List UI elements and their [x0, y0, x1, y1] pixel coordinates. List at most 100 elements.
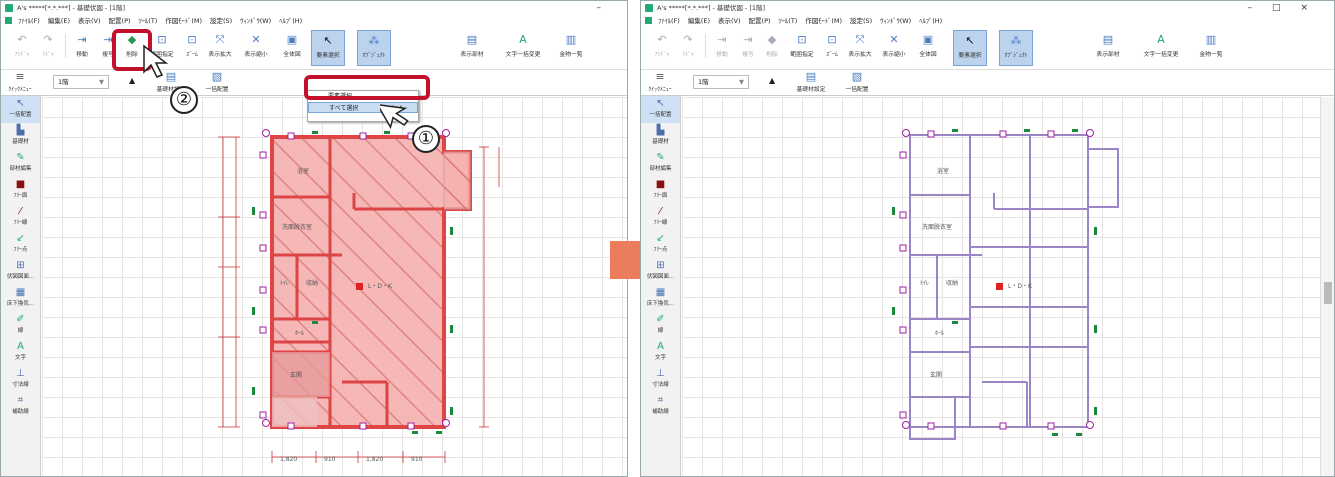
sidebar-item-ventilation[interactable]: ▦ 床下換気... [641, 285, 680, 312]
selected-foundation[interactable] [270, 135, 472, 429]
zoom-button[interactable]: ⊡ ｽﾞｰﾑ [817, 30, 847, 66]
sidebar-item-line[interactable]: ✐ 線 [1, 312, 40, 339]
menu-place[interactable]: 配置(P) [109, 17, 131, 25]
zoom-out-button[interactable]: ✕ 表示縮小 [879, 30, 909, 66]
sidebar-item-text[interactable]: A 文字 [1, 339, 40, 366]
chevron-down-icon: ▼ [99, 78, 104, 86]
range-button[interactable]: ⊡ 範囲指定 [787, 30, 817, 66]
zoom-button[interactable]: ⊡ ｽﾞｰﾑ [177, 30, 207, 66]
point-icon: ↙ [16, 233, 25, 244]
foundation-setting-button[interactable]: ▤ 基礎材設定 [791, 70, 831, 94]
display-parts-button[interactable]: ▤ 表示部材 [1089, 30, 1127, 66]
room-label: 浴室 [937, 167, 949, 175]
drawing-canvas[interactable]: 1,820 910 1,820 910 浴室 洗面脱衣室 ﾄｲﾚ 収納 ﾎｰﾙ … [42, 97, 627, 476]
zoom-out-button[interactable]: ✕ 表示縮小 [241, 30, 271, 66]
up-arrow-icon[interactable]: ▲ [769, 76, 775, 85]
sidebar-item-text[interactable]: A 文字 [641, 339, 680, 366]
fit-all-button[interactable]: ▣ 全体図 [277, 30, 307, 66]
vent-icon: ▦ [655, 287, 666, 298]
floor-plan-selected: 1,820 910 1,820 910 浴室 洗面脱衣室 ﾄｲﾚ 収納 ﾎｰﾙ … [218, 129, 500, 463]
object-snap-button[interactable]: ⁂ ｵﾌﾞｼﾞｪｸﾄ [357, 30, 391, 66]
menu-window[interactable]: ｳｨﾝﾄﾞｳ(W) [880, 17, 911, 25]
square-icon: ■ [15, 179, 26, 190]
batch-place-button[interactable]: ▧ 一括配置 [837, 70, 877, 94]
hardware-icon: ▥ [1205, 33, 1217, 46]
element-select-button[interactable]: ↖ 要素選択 [311, 30, 345, 66]
batch-place-button[interactable]: ▧ 一括配置 [197, 70, 237, 94]
sidebar-item-guide[interactable]: ⌗ 補助線 [641, 393, 680, 420]
menu-view[interactable]: 表示(V) [718, 17, 741, 25]
menu-view[interactable]: 表示(V) [78, 17, 101, 25]
menu-drawmode[interactable]: 作図ﾓｰﾄﾞ(M) [165, 17, 202, 25]
room-label: 玄関 [930, 371, 942, 379]
text-change-button[interactable]: A 文字一括変更 [1139, 30, 1183, 66]
sidebar-item-free-point[interactable]: ↙ ﾌﾘｰ点 [641, 231, 680, 258]
object-snap-button[interactable]: ⁂ ｵﾌﾞｼﾞｪｸﾄ [999, 30, 1033, 66]
sidebar-item-part-edit[interactable]: ✎ 部材編集 [641, 150, 680, 177]
minimize-button[interactable]: – [597, 1, 622, 15]
drawing-canvas[interactable]: 浴室 洗面脱衣室 ﾄｲﾚ 収納 ﾎｰﾙ 玄関 L・D・K [682, 97, 1320, 476]
text-change-button[interactable]: A 文字一括変更 [501, 30, 545, 66]
sidebar-item-free-point[interactable]: ↙ ﾌﾘｰ点 [1, 231, 40, 258]
hardware-list-button[interactable]: ▥ 金物一覧 [553, 30, 589, 66]
sidebar-item-dimension[interactable]: ⊥ 寸法線 [1, 366, 40, 393]
sidebar-item-free-line[interactable]: ⁄ ﾌﾘｰ線 [641, 204, 680, 231]
menu-place[interactable]: 配置(P) [749, 17, 771, 25]
floor-select[interactable]: 1階 ▼ [693, 75, 749, 89]
quick-menu-button[interactable]: ≡ ｸｲｯｸﾒﾆｭｰ [645, 70, 675, 94]
sidebar-item-foundation[interactable]: ▙ 基礎材 [1, 123, 40, 150]
sidebar-item-free-face[interactable]: ■ ﾌﾘｰ面 [641, 177, 680, 204]
element-select-button[interactable]: ↖ 要素選択 [953, 30, 987, 66]
menu-help[interactable]: ﾍﾙﾌﾟ(H) [279, 17, 302, 25]
redo-button[interactable]: ↷ ﾘﾄﾞｩ [673, 30, 703, 66]
floor-select[interactable]: 1階 ▼ [53, 75, 109, 89]
sidebar-item-part-edit[interactable]: ✎ 部材編集 [1, 150, 40, 177]
zoom-out-icon: ✕ [889, 33, 899, 46]
sidebar-item-foundation[interactable]: ▙ 基礎材 [641, 123, 680, 150]
menu-icon: ≡ [15, 70, 25, 83]
menu-tools[interactable]: ﾂｰﾙ(T) [779, 17, 798, 25]
menu-tools[interactable]: ﾂｰﾙ(T) [139, 17, 158, 25]
sidebar-item-line[interactable]: ✐ 線 [641, 312, 680, 339]
window-controls[interactable]: –□× [1247, 1, 1328, 15]
sidebar-item-free-line[interactable]: ⁄ ﾌﾘｰ線 [1, 204, 40, 231]
sidebar-item-batch[interactable]: ↖ 一括配置 [1, 96, 40, 123]
foundation-icon: ▙ [656, 125, 665, 136]
redo-icon: ↷ [683, 33, 693, 46]
sidebar-item-ventilation[interactable]: ▦ 床下換気... [1, 285, 40, 312]
sidebar-item-batch[interactable]: ↖ 一括配置 [641, 96, 680, 123]
menu-window[interactable]: ｳｨﾝﾄﾞｳ(W) [240, 17, 271, 25]
delete-button[interactable]: ◆ 削除 [757, 30, 787, 66]
scroll-thumb[interactable] [1324, 282, 1332, 304]
menu-file[interactable]: ﾌｧｲﾙ(F) [658, 17, 680, 25]
zoom-in-button[interactable]: ⤧ 表示拡大 [845, 30, 875, 66]
snap-icon: ⁂ [1010, 34, 1022, 47]
redo-button[interactable]: ↷ ﾘﾄﾞｩ [33, 30, 63, 66]
menu-file[interactable]: ﾌｧｲﾙ(F) [18, 17, 40, 25]
fit-all-button[interactable]: ▣ 全体図 [913, 30, 943, 66]
menu-edit[interactable]: 編集(E) [48, 17, 70, 25]
vertical-scrollbar[interactable] [1320, 97, 1334, 476]
sidebar-item-guide[interactable]: ⌗ 補助線 [1, 393, 40, 420]
zoom-icon: ⊡ [187, 33, 197, 46]
menu-edit[interactable]: 編集(E) [688, 17, 710, 25]
zoom-in-icon: ⤧ [215, 33, 225, 46]
line-icon: ⁄ [19, 206, 22, 217]
floor-plan-deselected: 浴室 洗面脱衣室 ﾄｲﾚ 収納 ﾎｰﾙ 玄関 L・D・K [892, 129, 1119, 440]
menu-settings[interactable]: 設定(S) [210, 17, 232, 25]
fit-all-icon: ▣ [922, 33, 934, 46]
window-title: A's *****[*.*.***] - 基礎伏図 - [1階] [17, 4, 126, 12]
zoom-in-button[interactable]: ⤧ 表示拡大 [205, 30, 235, 66]
menu-settings[interactable]: 設定(S) [850, 17, 872, 25]
sidebar-item-dimension[interactable]: ⊥ 寸法線 [641, 366, 680, 393]
menu-help[interactable]: ﾍﾙﾌﾟ(H) [919, 17, 942, 25]
sidebar-item-plan-drawing[interactable]: ⊞ 伏図図面... [1, 258, 40, 285]
menu-drawmode[interactable]: 作図ﾓｰﾄﾞ(M) [805, 17, 842, 25]
sidebar-item-free-face[interactable]: ■ ﾌﾘｰ面 [1, 177, 40, 204]
quick-menu-button[interactable]: ≡ ｸｲｯｸﾒﾆｭｰ [5, 70, 35, 94]
hardware-list-button[interactable]: ▥ 金物一覧 [1193, 30, 1229, 66]
sidebar-item-plan-drawing[interactable]: ⊞ 伏図図面... [641, 258, 680, 285]
display-parts-button[interactable]: ▤ 表示部材 [453, 30, 491, 66]
foundation-icon: ▤ [805, 70, 817, 83]
up-arrow-icon[interactable]: ▲ [129, 76, 135, 85]
